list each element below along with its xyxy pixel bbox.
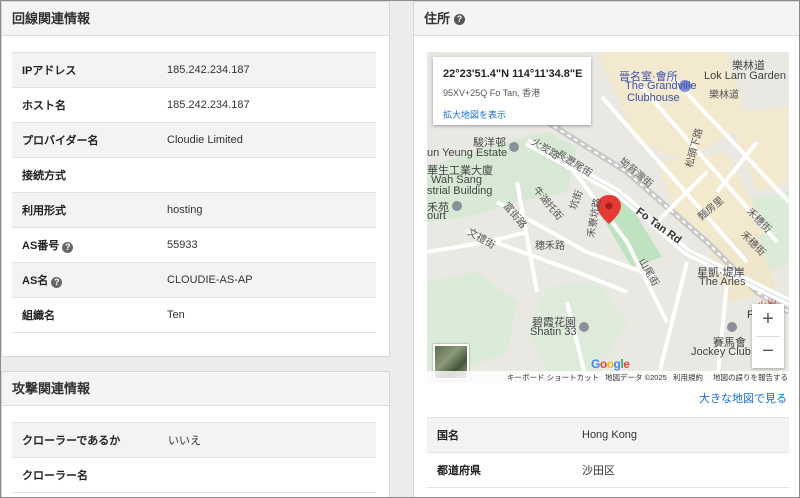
enlarge-map-link[interactable]: 拡大地図を表示 (443, 108, 506, 121)
table-row: ホスト名 185.242.234.187 (12, 87, 376, 123)
map-view[interactable]: 晉名室·會所 The Grandville Clubhouse 樂林道 Lok … (427, 52, 789, 383)
row-value: Hong Kong (582, 417, 789, 453)
zoom-out-button[interactable]: − (752, 336, 784, 368)
row-key-with-help: AS名? (12, 262, 167, 298)
question-circle-icon[interactable]: ? (51, 277, 63, 288)
map-label: The Grandville (625, 80, 697, 92)
map-label: The Arles (699, 276, 746, 288)
report-error-link[interactable]: 地図の誤りを報告する (713, 372, 788, 383)
row-key: クローラーであるか (12, 422, 168, 458)
row-value: CLOUDIE-AS-AP (167, 262, 376, 298)
terms-link[interactable]: 利用規約 (673, 372, 703, 383)
keyboard-shortcuts-link[interactable]: キーボード ショートカット (507, 372, 599, 383)
row-key: 利用形式 (12, 192, 167, 228)
attack-info-panel: 攻撃関連情報 クローラーであるか いいえ クローラー名 (1, 371, 390, 497)
row-key: ホスト名 (12, 87, 167, 123)
table-row: クローラーであるか いいえ (12, 422, 376, 458)
row-value: 55933 (167, 227, 376, 263)
map-label: 穗禾路 (535, 241, 565, 252)
map-label: ourt (427, 210, 446, 222)
table-row: 利用形式 hosting (12, 192, 376, 228)
map-label: 樂林道 (709, 90, 739, 101)
row-value: いいえ (168, 422, 376, 458)
map-label: Jockey Club T (691, 346, 761, 358)
table-row: プロバイダー名 Cloudie Limited (12, 122, 376, 158)
map-label: Shatin 33 (530, 326, 577, 338)
zoom-in-button[interactable]: + (752, 304, 784, 336)
attack-info-title: 攻撃関連情報 (2, 372, 389, 406)
row-key: 都道府県 (427, 452, 582, 488)
row-value: Cloudie Limited (167, 122, 376, 158)
row-key: IPアドレス (12, 52, 167, 88)
divider (756, 336, 780, 337)
table-row: 都道府県 沙田区 (427, 452, 789, 488)
row-value (168, 457, 376, 493)
line-info-table: IPアドレス 185.242.234.187 ホスト名 185.242.234.… (12, 52, 376, 333)
table-row: 接続方式 (12, 157, 376, 193)
row-value: 185.242.234.187 (167, 87, 376, 123)
map-label: Clubhouse (627, 92, 680, 104)
address-table: 国名 Hong Kong 都道府県 沙田区 (427, 417, 789, 488)
map-attribution-bar: キーボード ショートカット 地図データ ©2025 利用規約 地図の誤りを報告す… (427, 371, 789, 383)
attack-info-table: クローラーであるか いいえ クローラー名 (12, 422, 376, 493)
table-row: IPアドレス 185.242.234.187 (12, 52, 376, 88)
row-value: 沙田区 (582, 452, 789, 488)
row-key: プロバイダー名 (12, 122, 167, 158)
row-value: 185.242.234.187 (167, 52, 376, 88)
map-label: un Yeung Estate (427, 147, 508, 159)
map-plus-code: 95XV+25Q Fo Tan, 香港 (443, 88, 541, 98)
row-key: 組織名 (12, 297, 167, 333)
page-frame: 回線関連情報 IPアドレス 185.242.234.187 ホスト名 185.2… (0, 0, 800, 498)
question-circle-icon[interactable]: ? (62, 242, 74, 253)
table-row: AS番号? 55933 (12, 227, 376, 263)
table-row: 組織名 Ten (12, 297, 376, 333)
row-value: Ten (167, 297, 376, 333)
map-coordinates: 22°23'51.4"N 114°11'34.8"E (443, 68, 583, 80)
row-value (167, 157, 376, 193)
google-logo: Google (591, 357, 630, 371)
line-info-title: 回線関連情報 (2, 2, 389, 36)
row-key: 国名 (427, 417, 582, 453)
table-row: クローラー名 (12, 457, 376, 493)
row-key: 接続方式 (12, 157, 167, 193)
row-key-with-help: AS番号? (12, 227, 167, 263)
address-title: 住所? (414, 2, 799, 36)
table-row: 国名 Hong Kong (427, 417, 789, 453)
table-row: AS名? CLOUDIE-AS-AP (12, 262, 376, 298)
question-circle-icon[interactable]: ? (454, 14, 466, 25)
row-key: クローラー名 (12, 457, 168, 493)
map-label: Lok Lam Garden (704, 70, 786, 82)
zoom-controls: + − (752, 304, 784, 368)
row-value: hosting (167, 192, 376, 228)
larger-map-link[interactable]: 大きな地図で見る (699, 390, 787, 406)
map-label: strial Building (427, 185, 493, 197)
map-info-box: 22°23'51.4"N 114°11'34.8"E 95XV+25Q Fo T… (433, 57, 591, 125)
line-info-panel: 回線関連情報 IPアドレス 185.242.234.187 ホスト名 185.2… (1, 1, 390, 357)
map-data-credit: 地図データ ©2025 (605, 373, 667, 382)
